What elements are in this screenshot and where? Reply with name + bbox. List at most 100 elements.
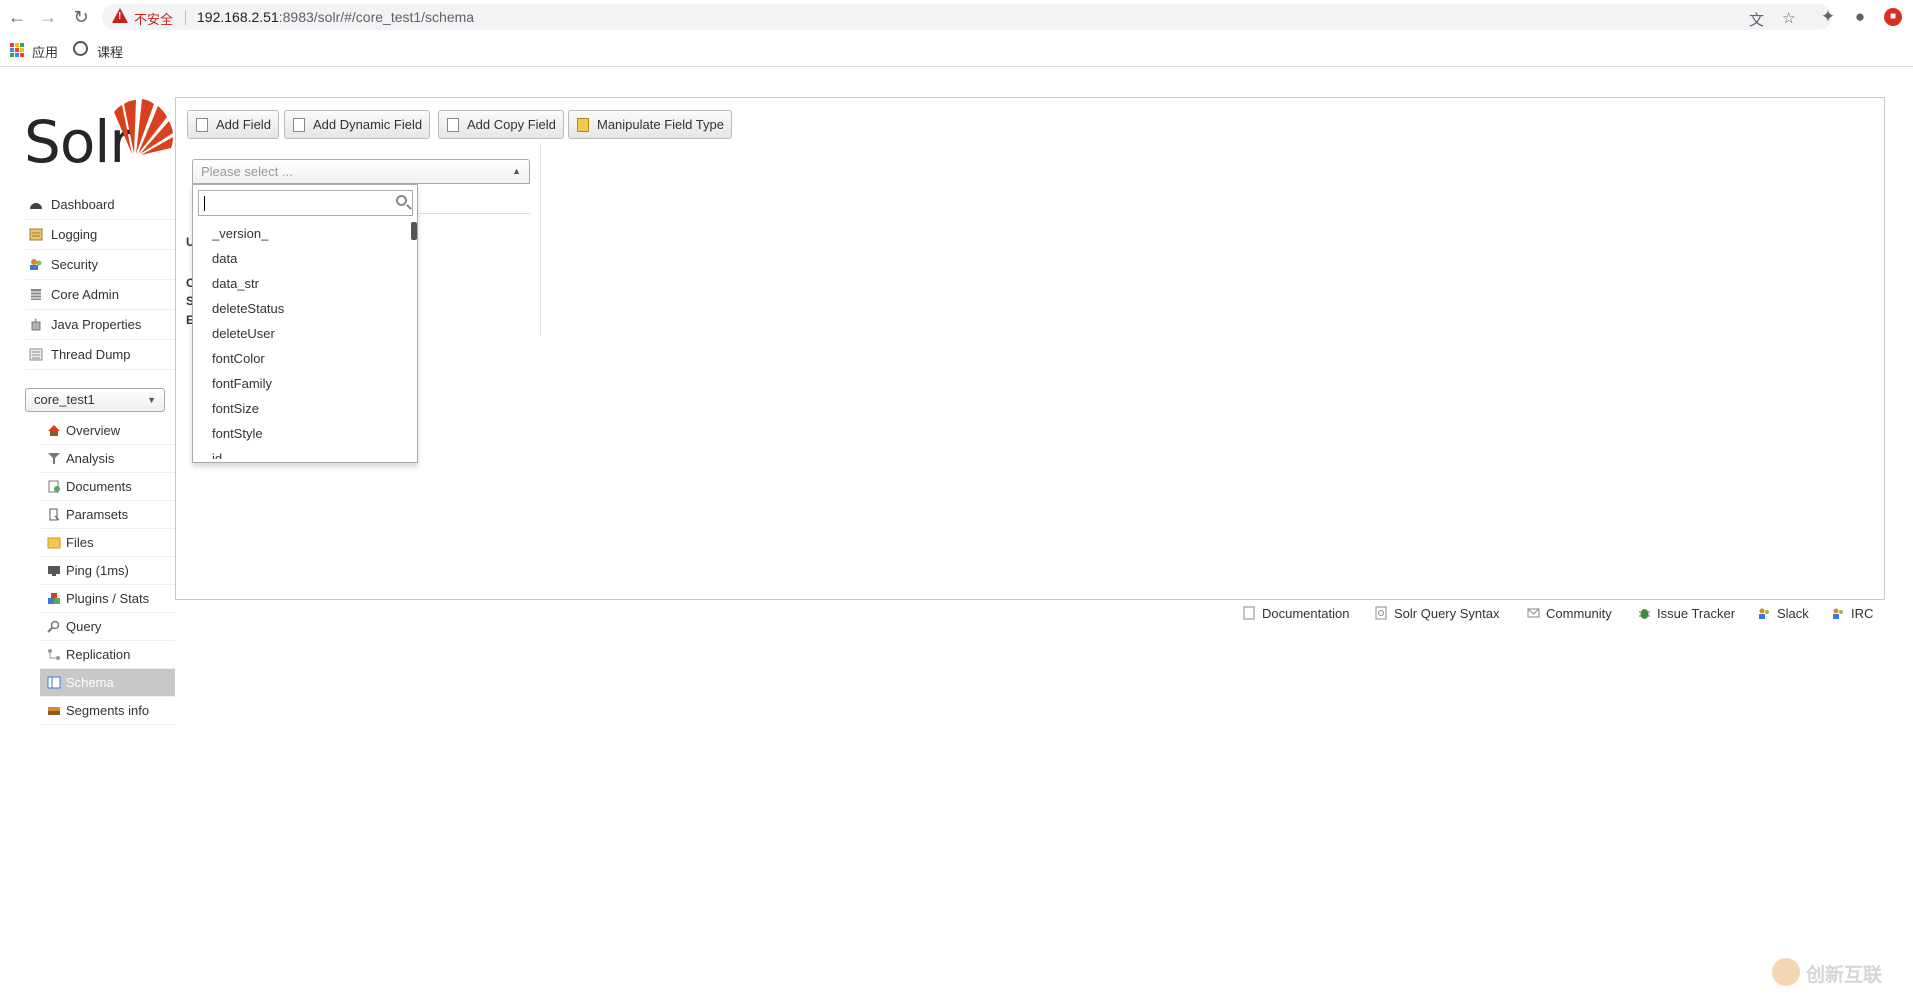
users-icon <box>1759 608 1769 619</box>
core-menu-plugins-stats[interactable]: Plugins / Stats <box>40 585 175 613</box>
add-copy-field-button[interactable]: Add Copy Field <box>438 110 564 139</box>
field-search-input[interactable] <box>198 190 413 216</box>
search-icon <box>396 195 407 206</box>
nav-label: Java Properties <box>51 317 142 332</box>
security-users-icon <box>30 259 42 270</box>
core-menu-label: Segments info <box>66 703 150 718</box>
url-host: 192.168.2.51 <box>197 9 279 25</box>
url-text[interactable]: 192.168.2.51:8983/solr/#/core_test1/sche… <box>197 9 474 25</box>
extensions-icon[interactable]: ✦ <box>1817 6 1839 28</box>
field-option[interactable]: fontSize <box>193 396 415 421</box>
folder-icon <box>47 537 61 549</box>
core-menu-label: Ping (1ms) <box>66 563 129 578</box>
nav-label: Core Admin <box>51 287 119 302</box>
document-icon <box>293 118 305 132</box>
star-icon[interactable]: ☆ <box>1782 9 1795 27</box>
core-menu-ping[interactable]: Ping (1ms) <box>40 557 175 585</box>
footer-link-label: Community <box>1546 606 1612 621</box>
address-separator <box>185 10 186 25</box>
field-option[interactable]: data_str <box>193 271 415 296</box>
nav-thread-dump[interactable]: Thread Dump <box>25 340 175 370</box>
core-menu-files[interactable]: Files <box>40 529 175 557</box>
bug-icon <box>1639 609 1650 619</box>
documents-icon <box>48 480 60 493</box>
add-dynamic-field-button[interactable]: Add Dynamic Field <box>284 110 431 139</box>
core-menu-label: Plugins / Stats <box>66 591 150 606</box>
browser-toolbar: ← → ↻ 不安全 192.168.2.51:8983/solr/#/core_… <box>0 0 1913 34</box>
schema-panel: Add Field Add Dynamic Field Add Copy Fie… <box>175 97 1885 600</box>
address-bar[interactable]: 不安全 192.168.2.51:8983/solr/#/core_test1/… <box>102 4 1832 30</box>
field-option[interactable]: deleteUser <box>193 321 415 346</box>
core-menu-overview[interactable]: Overview <box>40 417 175 445</box>
magnifier-icon <box>47 620 60 633</box>
add-copy-field-label: Add Copy Field <box>467 117 556 132</box>
field-option[interactable]: fontStyle <box>193 421 415 446</box>
core-menu-segments-info[interactable]: Segments info <box>40 697 175 725</box>
footer-documentation[interactable]: Documentation <box>1243 604 1349 624</box>
bookmark-courses[interactable]: 课程 <box>97 42 123 61</box>
funnel-icon <box>48 453 60 464</box>
add-field-button[interactable]: Add Field <box>187 110 279 139</box>
nav-label: Dashboard <box>51 197 115 212</box>
watermark-text: 创新互联 <box>1806 965 1883 986</box>
warning-icon <box>112 8 128 23</box>
field-option[interactable]: id <box>193 446 415 459</box>
extension-red-icon[interactable]: ■ <box>1884 8 1902 26</box>
dashboard-icon <box>30 203 42 209</box>
footer-solr-query-syntax[interactable]: Solr Query Syntax <box>1375 604 1500 624</box>
footer-link-label: Issue Tracker <box>1657 606 1736 621</box>
field-select-placeholder: Please select ... <box>201 164 293 179</box>
forward-arrow-icon[interactable]: → <box>37 6 59 28</box>
nav-core-admin[interactable]: Core Admin <box>25 280 175 310</box>
core-menu-label: Files <box>66 535 94 550</box>
nav-dashboard[interactable]: Dashboard <box>25 190 175 220</box>
bookmark-apps[interactable]: 应用 <box>32 42 58 61</box>
chevron-up-icon: ▲ <box>512 166 521 176</box>
field-option[interactable]: data <box>193 246 415 271</box>
reload-icon[interactable]: ↻ <box>70 6 92 28</box>
plugins-blocks-icon <box>48 593 60 604</box>
core-menu-query[interactable]: Query <box>40 613 175 641</box>
profile-icon[interactable]: ● <box>1849 6 1871 28</box>
nav-java-properties[interactable]: Java Properties <box>25 310 175 340</box>
core-menu-schema[interactable]: Schema <box>40 669 175 697</box>
footer-community[interactable]: Community <box>1527 604 1612 624</box>
add-dynamic-field-label: Add Dynamic Field <box>313 117 423 132</box>
core-menu-label: Query <box>66 619 102 634</box>
core-menu: Overview Analysis Documents Paramsets Fi… <box>40 417 175 725</box>
core-selector[interactable]: core_test1 ▼ <box>25 388 165 412</box>
translate-icon[interactable]: 文 <box>1749 9 1764 30</box>
core-menu-label: Documents <box>66 479 132 494</box>
core-menu-label: Analysis <box>66 451 115 466</box>
nav-logging[interactable]: Logging <box>25 220 175 250</box>
field-option[interactable]: _version_ <box>193 221 415 246</box>
field-option[interactable]: deleteStatus <box>193 296 415 321</box>
chevron-down-icon: ▼ <box>147 395 156 405</box>
footer-link-label: Documentation <box>1262 606 1350 621</box>
core-menu-analysis[interactable]: Analysis <box>40 445 175 473</box>
globe-icon <box>73 41 88 56</box>
core-menu-replication[interactable]: Replication <box>40 641 175 669</box>
footer-issue-tracker[interactable]: Issue Tracker <box>1638 604 1735 624</box>
segments-icon <box>48 707 60 715</box>
documentation-icon <box>1243 606 1255 620</box>
field-type-icon <box>577 118 589 132</box>
core-menu-paramsets[interactable]: Paramsets <box>40 501 175 529</box>
core-menu-documents[interactable]: Documents <box>40 473 175 501</box>
footer-slack[interactable]: Slack <box>1758 604 1809 624</box>
dropdown-scrollbar[interactable] <box>411 222 417 240</box>
footer-irc[interactable]: IRC <box>1832 604 1873 624</box>
field-option-list: _version_ data data_str deleteStatus del… <box>193 221 415 459</box>
field-option[interactable]: fontFamily <box>193 371 415 396</box>
solr-sunburst-icon <box>114 99 173 155</box>
apps-grid-icon[interactable] <box>10 43 24 57</box>
nav-security[interactable]: Security <box>25 250 175 280</box>
manipulate-field-type-button[interactable]: Manipulate Field Type <box>568 110 732 139</box>
field-select[interactable]: Please select ... ▲ <box>192 159 530 184</box>
back-arrow-icon[interactable]: ← <box>6 6 28 28</box>
field-option[interactable]: fontColor <box>193 346 415 371</box>
solr-logo[interactable]: Solr <box>24 96 173 176</box>
manipulate-field-type-label: Manipulate Field Type <box>597 117 724 132</box>
document-icon <box>196 118 208 132</box>
copy-document-icon <box>447 118 459 132</box>
